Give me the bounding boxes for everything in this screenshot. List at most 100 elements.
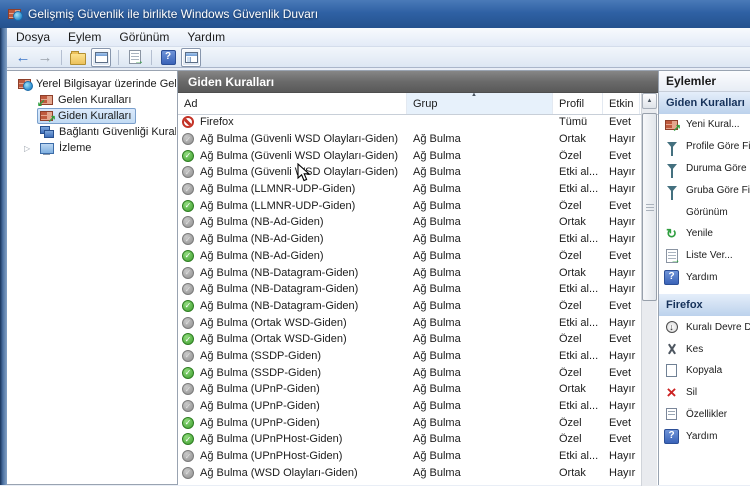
- toolbar-separator: [151, 49, 152, 65]
- rule-name-text: Ağ Bulma (NB-Ad-Giden): [200, 233, 324, 246]
- action-icon-slot: [664, 408, 679, 421]
- tree-root-item[interactable]: Yerel Bilgisayar üzerinde Gelişm: [7, 76, 177, 92]
- action-icon-slot: [664, 185, 679, 200]
- rule-state-icon: [182, 400, 194, 413]
- forward-arrow-button[interactable]: [36, 49, 54, 66]
- tree-root-inner: Yerel Bilgisayar üzerinde Gelişm: [15, 76, 177, 92]
- table-row[interactable]: Ağ Bulma (SSDP-Giden) Ağ Bulma Etki al... H…: [178, 348, 641, 365]
- title-bar[interactable]: Gelişmiş Güvenlik ile birlikte Windows G…: [0, 0, 750, 28]
- rule-group-cell: Ağ Bulma: [413, 216, 461, 229]
- rule-name-cell: Ağ Bulma (Güvenli WSD Olayları-Giden): [178, 149, 407, 162]
- column-header-grup[interactable]: Grup ▲: [407, 92, 553, 114]
- table-row[interactable]: Ağ Bulma (UPnP-Giden) Ağ Bulma Etki al... H…: [178, 398, 641, 415]
- rule-enabled-cell: Evet: [609, 299, 632, 312]
- table-row[interactable]: Ağ Bulma (LLMNR-UDP-Giden) Ağ Bulma Etki a…: [178, 181, 641, 198]
- back-arrow-button[interactable]: [14, 49, 32, 66]
- rule-name-text: Ağ Bulma (LLMNR-UDP-Giden): [200, 199, 356, 212]
- rule-group-cell: Ağ Bulma: [413, 133, 461, 146]
- table-row[interactable]: Ağ Bulma (NB-Datagram-Giden) Ağ Bulma Özel…: [178, 298, 641, 315]
- tree-item-inner: Gelen Kuralları: [37, 92, 136, 108]
- table-row[interactable]: Ağ Bulma (Ortak WSD-Giden) Ağ Bulma Etki a…: [178, 314, 641, 331]
- table-row[interactable]: Ağ Bulma (UPnP-Giden) Ağ Bulma Özel Evet: [178, 414, 641, 431]
- console-window-button[interactable]: [91, 47, 111, 67]
- rule-name-cell: Ağ Bulma (Ortak WSD-Giden): [178, 316, 407, 329]
- table-row[interactable]: Ağ Bulma (LLMNR-UDP-Giden) Ağ Bulma Özel Ev…: [178, 197, 641, 214]
- vertical-scrollbar[interactable]: ▲: [641, 93, 657, 486]
- action-item-label: Yardım: [686, 271, 718, 283]
- action-item-label: Liste Ver...: [686, 250, 733, 262]
- table-row[interactable]: Ağ Bulma (Güvenli WSD Olayları-Giden) Ağ …: [178, 147, 641, 164]
- rule-enabled-cell: Hayır: [609, 183, 636, 196]
- rule-name-cell: Ağ Bulma (LLMNR-UDP-Giden): [178, 183, 407, 196]
- help-button[interactable]: [159, 49, 177, 66]
- up-folder-button[interactable]: [69, 49, 87, 66]
- sidebar-item-gelen-kurallar[interactable]: Gelen Kuralları: [7, 92, 177, 108]
- action-item-kes[interactable]: Kes: [659, 338, 750, 360]
- rule-state-icon: [182, 233, 194, 246]
- action-item-profile-g-re-fil[interactable]: Profile Göre Fil: [659, 136, 750, 158]
- expander-icon[interactable]: ▷: [21, 144, 37, 153]
- tree-item-inner: Giden Kuralları: [37, 108, 137, 124]
- table-row[interactable]: Firefox Tümü Evet: [178, 114, 641, 131]
- export-list-button[interactable]: [126, 49, 144, 67]
- table-row[interactable]: Ağ Bulma (SSDP-Giden) Ağ Bulma Özel Evet: [178, 364, 641, 381]
- rule-profile-cell: Etki al...: [559, 183, 599, 196]
- menu-eylem[interactable]: Eylem: [59, 29, 110, 45]
- sidebar-item-giden-kurallar[interactable]: Giden Kuralları: [7, 108, 177, 124]
- rule-state-icon: [182, 149, 194, 162]
- rule-name-text: Ağ Bulma (UPnPHost-Giden): [200, 450, 343, 463]
- tree-item-inner: Bağlantı Güvenliği Kuralları: [37, 124, 177, 140]
- table-row[interactable]: Ağ Bulma (UPnP-Giden) Ağ Bulma Ortak Hayır: [178, 381, 641, 398]
- rule-profile-cell: Ortak: [559, 266, 586, 279]
- table-row[interactable]: Ağ Bulma (Güvenli WSD Olayları-Giden) Ağ …: [178, 164, 641, 181]
- rule-enabled-cell: Hayır: [609, 466, 636, 479]
- column-header-profil[interactable]: Profil: [553, 93, 603, 114]
- table-row[interactable]: Ağ Bulma (NB-Datagram-Giden) Ağ Bulma Orta…: [178, 264, 641, 281]
- table-row[interactable]: Ağ Bulma (NB-Ad-Giden) Ağ Bulma Etki al...…: [178, 231, 641, 248]
- actions-panel-title: Eylemler: [659, 71, 750, 92]
- menu-bar: Dosya Eylem Görünüm Yardım: [7, 28, 750, 47]
- action-item-kopyala[interactable]: Kopyala: [659, 360, 750, 382]
- table-row[interactable]: Ağ Bulma (Ortak WSD-Giden) Ağ Bulma Özel Ev…: [178, 331, 641, 348]
- outbound-rules-icon: [40, 111, 56, 123]
- table-row[interactable]: Ağ Bulma (Güvenli WSD Olayları-Giden) Ağ …: [178, 131, 641, 148]
- cut-icon: [666, 343, 678, 355]
- action-item-label: Profile Göre Fil: [686, 141, 750, 153]
- menu-g-r-n-m[interactable]: Görünüm: [110, 29, 178, 45]
- table-row[interactable]: Ağ Bulma (UPnPHost-Giden) Ağ Bulma Özel Eve…: [178, 431, 641, 448]
- action-item-yard-m[interactable]: Yardım: [659, 425, 750, 447]
- menu-yard-m[interactable]: Yardım: [178, 29, 234, 45]
- table-row[interactable]: Ağ Bulma (NB-Ad-Giden) Ağ Bulma Ortak Hayır: [178, 214, 641, 231]
- rule-name-text: Ağ Bulma (UPnP-Giden): [200, 383, 320, 396]
- rule-state-icon: [182, 433, 194, 446]
- sidebar-item-ba-lant-g-venli-i-kurallar[interactable]: Bağlantı Güvenliği Kuralları: [7, 124, 177, 140]
- scrollbar-thumb[interactable]: [642, 113, 657, 301]
- action-item-yeni-kural[interactable]: Yeni Kural...: [659, 114, 750, 136]
- firewall-root-icon: [18, 79, 33, 91]
- table-row[interactable]: Ağ Bulma (NB-Ad-Giden) Ağ Bulma Özel Evet: [178, 248, 641, 265]
- menu-dosya[interactable]: Dosya: [7, 29, 59, 45]
- scroll-up-button[interactable]: ▲: [642, 93, 657, 109]
- sidebar-item-i-zleme[interactable]: ▷ İzleme: [7, 140, 177, 156]
- action-item-gruba-g-re-fil[interactable]: Gruba Göre Fil: [659, 179, 750, 201]
- table-row[interactable]: Ağ Bulma (WSD Olayları-Giden) Ağ Bulma Ort…: [178, 464, 641, 481]
- action-icon-slot: [664, 387, 679, 398]
- filter-icon: [666, 185, 677, 200]
- action-item-yenile[interactable]: Yenile: [659, 223, 750, 245]
- rule-group-cell: Ağ Bulma: [413, 149, 461, 162]
- action-icon-slot: [664, 163, 679, 178]
- rule-profile-cell: Etki al...: [559, 450, 599, 463]
- action-item-kural-devre-d[interactable]: Kuralı Devre Dı: [659, 316, 750, 338]
- table-row[interactable]: Ağ Bulma (NB-Datagram-Giden) Ağ Bulma Etki…: [178, 281, 641, 298]
- action-item-sil[interactable]: Sil: [659, 382, 750, 404]
- column-header-etkin[interactable]: Etkin: [603, 93, 640, 114]
- rule-name-text: Ağ Bulma (NB-Datagram-Giden): [200, 283, 359, 296]
- show-hide-tree-button[interactable]: [181, 47, 201, 67]
- column-header-ad[interactable]: Ad: [178, 93, 407, 114]
- table-row[interactable]: Ağ Bulma (UPnPHost-Giden) Ağ Bulma Etki al…: [178, 448, 641, 465]
- action-item-duruma-g-re-fi[interactable]: Duruma Göre Fi: [659, 158, 750, 180]
- action-item-zellikler[interactable]: Özellikler: [659, 404, 750, 426]
- action-item-g-r-n-m[interactable]: Görünüm: [659, 201, 750, 223]
- action-item-yard-m[interactable]: Yardım: [659, 267, 750, 289]
- action-item-liste-ver[interactable]: Liste Ver...: [659, 245, 750, 267]
